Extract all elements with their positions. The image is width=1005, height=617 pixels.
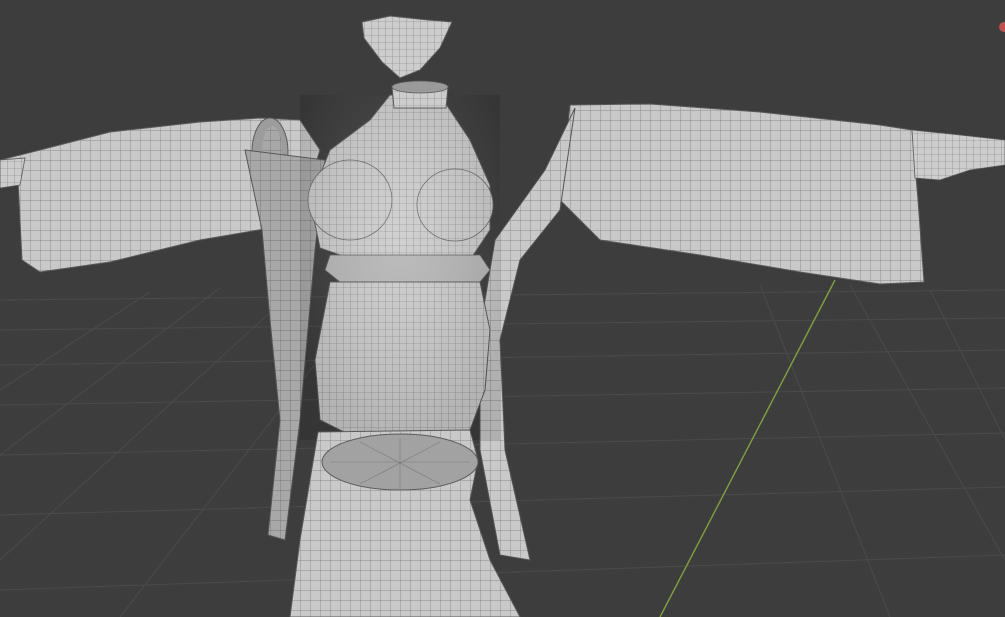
right-sleeve[interactable]: [559, 103, 1005, 285]
x-axis-gizmo-dot[interactable]: [999, 22, 1005, 32]
torso[interactable]: [300, 94, 500, 441]
viewport-canvas[interactable]: [0, 0, 1005, 617]
3d-viewport[interactable]: [0, 0, 1005, 617]
y-axis-line: [659, 279, 836, 617]
collar[interactable]: [361, 15, 453, 79]
neck[interactable]: [391, 80, 449, 109]
